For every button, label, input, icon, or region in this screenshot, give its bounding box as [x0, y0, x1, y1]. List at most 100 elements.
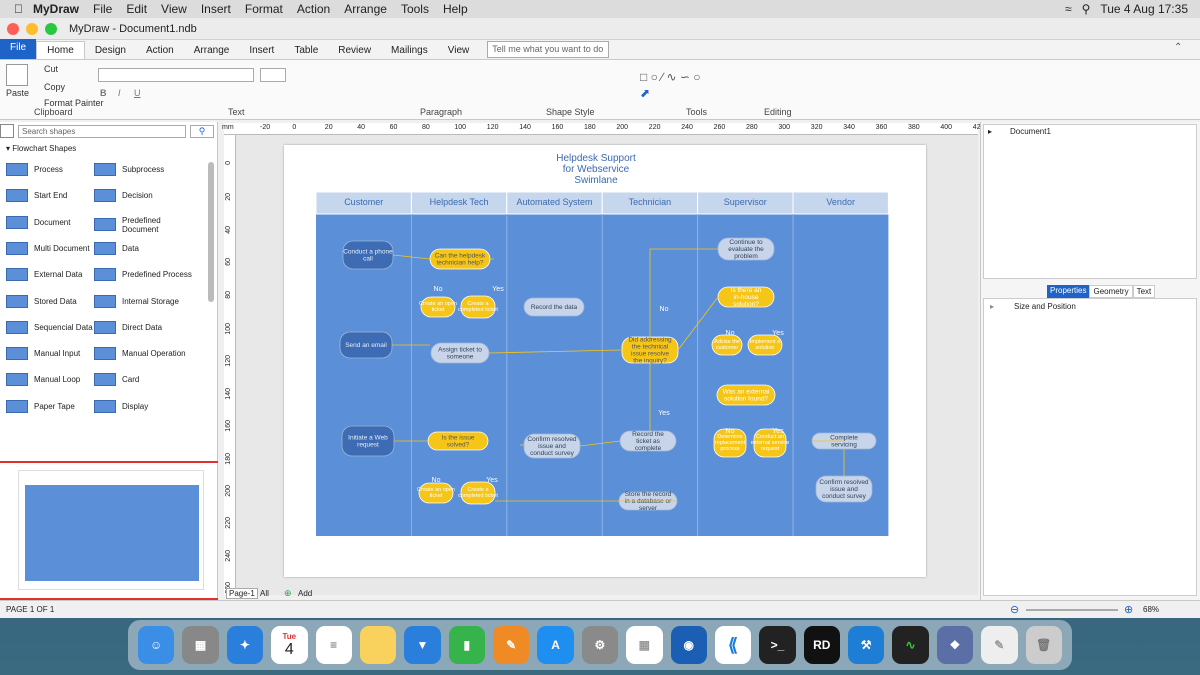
tab-design[interactable]: Design	[85, 42, 136, 59]
shapes-scrollbar[interactable]	[208, 162, 214, 302]
wifi-icon[interactable]: ≈	[1065, 2, 1072, 16]
drawing-canvas[interactable]: Helpdesk Support for Webservice Swimlane Cu…	[236, 135, 978, 595]
numbers-icon[interactable]: ▮	[448, 626, 485, 664]
add-page-icon[interactable]: ⊕	[284, 588, 292, 599]
menu-view[interactable]: View	[161, 2, 187, 16]
shape-manual-input[interactable]: Manual Input	[6, 347, 104, 361]
safari-icon[interactable]: ✦	[226, 626, 264, 664]
shape-paper-tape[interactable]: Paper Tape	[6, 399, 104, 413]
tab-home[interactable]: Home	[36, 41, 85, 59]
tab-table[interactable]: Table	[284, 42, 328, 59]
app-store-icon[interactable]: A	[537, 626, 574, 664]
mydraw-icon[interactable]: ◉	[670, 626, 707, 664]
font-size-select[interactable]	[260, 68, 286, 82]
tab-file[interactable]: File	[0, 39, 37, 59]
pointer-tool-icon[interactable]: ⬈	[640, 86, 650, 100]
spreadsheet-icon[interactable]: ▦	[626, 626, 663, 664]
tab-insert[interactable]: Insert	[239, 42, 284, 59]
paste-button[interactable]: Paste	[6, 88, 29, 98]
drawing-page[interactable]: Helpdesk Support for Webservice Swimlane Cu…	[284, 145, 926, 577]
shape-data[interactable]: Data	[94, 241, 192, 255]
terminal-icon[interactable]: >_	[759, 626, 796, 664]
tab-text[interactable]: Text	[1132, 285, 1156, 298]
menu-file[interactable]: File	[93, 2, 112, 16]
shape-document[interactable]: Document	[6, 215, 104, 229]
pages-icon[interactable]: ✎	[493, 626, 530, 664]
italic-icon[interactable]: I	[118, 88, 121, 98]
system-preferences-icon[interactable]: ⚙	[581, 626, 619, 664]
document-node[interactable]: Document1	[1010, 127, 1051, 136]
certificate-icon[interactable]: ✎	[981, 626, 1018, 664]
zoom-slider[interactable]	[1026, 609, 1118, 611]
category-flowchart[interactable]: ▾ Flowchart Shapes	[0, 144, 208, 156]
cut-button[interactable]: Cut	[44, 64, 58, 74]
tab-action[interactable]: Action	[136, 42, 184, 59]
zoom-out-icon[interactable]: ⊖	[1010, 603, 1019, 616]
apple-icon[interactable]: 	[14, 2, 23, 16]
minimize-button[interactable]	[26, 22, 38, 35]
tab-arrange[interactable]: Arrange	[184, 42, 240, 59]
all-pages-button[interactable]: All	[260, 589, 269, 598]
font-family-select[interactable]	[98, 68, 254, 82]
tree-expand-icon[interactable]: ▸	[988, 127, 992, 136]
menu-insert[interactable]: Insert	[201, 2, 231, 16]
app-menu[interactable]: MyDraw	[33, 2, 79, 16]
swimlane-diagram[interactable]: Helpdesk Support for Webservice Swimlane Cu…	[284, 145, 926, 577]
zoom-button[interactable]	[45, 22, 57, 35]
tab-review[interactable]: Review	[328, 42, 381, 59]
shape-predefined-document[interactable]: Predefined Document	[94, 216, 192, 234]
keynote-icon[interactable]: ▼	[404, 626, 441, 664]
tab-mailings[interactable]: Mailings	[381, 42, 438, 59]
shape-start-end[interactable]: Start End	[6, 189, 104, 203]
paste-icon[interactable]	[6, 64, 28, 86]
launchpad-icon[interactable]: ▦	[182, 626, 219, 664]
shape-stored-data[interactable]: Stored Data	[6, 294, 104, 308]
section-expand-icon[interactable]: ▸	[990, 302, 994, 311]
shape-tools-icon[interactable]: □ ○ ∕ ∿ ∽ ○	[640, 70, 701, 84]
activity-monitor-icon[interactable]: ∿	[892, 626, 929, 664]
shape-predefined-process[interactable]: Predefined Process	[94, 268, 192, 282]
tell-me-search[interactable]: Tell me what you want to do	[487, 41, 610, 58]
size-position-section[interactable]: Size and Position	[1014, 302, 1076, 311]
shape-direct-data[interactable]: Direct Data	[94, 320, 192, 334]
notes-icon[interactable]	[359, 626, 397, 664]
menu-edit[interactable]: Edit	[126, 2, 147, 16]
shape-decision[interactable]: Decision	[94, 189, 192, 203]
menu-format[interactable]: Format	[245, 2, 283, 16]
menu-help[interactable]: Help	[443, 2, 468, 16]
panel-toggle-icon[interactable]	[0, 124, 14, 138]
rider-icon[interactable]: RD	[803, 626, 840, 664]
search-icon[interactable]: ⚲	[1082, 2, 1091, 16]
bold-icon[interactable]: B	[100, 88, 107, 98]
vscode-icon[interactable]: ⟪	[714, 626, 752, 664]
collapse-ribbon-icon[interactable]: ⌃	[1174, 42, 1182, 53]
tab-geometry[interactable]: Geometry	[1089, 285, 1133, 298]
clock[interactable]: Tue 4 Aug 17:35	[1100, 2, 1188, 16]
search-icon[interactable]: ⚲	[190, 125, 214, 138]
tab-properties[interactable]: Properties	[1047, 285, 1090, 298]
menu-tools[interactable]: Tools	[401, 2, 429, 16]
tab-view[interactable]: View	[438, 42, 480, 59]
search-shapes-input[interactable]: Search shapes	[18, 125, 186, 138]
shape-manual-operation[interactable]: Manual Operation	[94, 347, 192, 361]
page-tab[interactable]: Page-1	[226, 588, 258, 599]
shape-card[interactable]: Card	[94, 373, 192, 387]
shape-internal-storage[interactable]: Internal Storage	[94, 294, 192, 308]
close-button[interactable]	[7, 22, 19, 35]
shape-external-data[interactable]: External Data	[6, 268, 104, 282]
shape-display[interactable]: Display	[94, 399, 192, 413]
finder-icon[interactable]: ☺	[138, 626, 175, 664]
menu-arrange[interactable]: Arrange	[344, 2, 387, 16]
shape-multi-document[interactable]: Multi Document	[6, 241, 104, 255]
xcode-icon[interactable]: ⚒	[848, 626, 885, 664]
calendar-icon[interactable]: Tue 4	[271, 626, 308, 664]
shape-subprocess[interactable]: Subprocess	[94, 163, 192, 176]
reminders-icon[interactable]: ≡	[315, 626, 352, 664]
page-thumbnail[interactable]	[18, 470, 204, 590]
shape-manual-loop[interactable]: Manual Loop	[6, 373, 104, 387]
shape-process[interactable]: Process	[6, 163, 104, 176]
add-page-button[interactable]: Add	[298, 589, 312, 598]
trash-icon[interactable]: 🗑	[1025, 626, 1062, 664]
menu-action[interactable]: Action	[297, 2, 330, 16]
zoom-in-icon[interactable]: ⊕	[1124, 603, 1133, 616]
